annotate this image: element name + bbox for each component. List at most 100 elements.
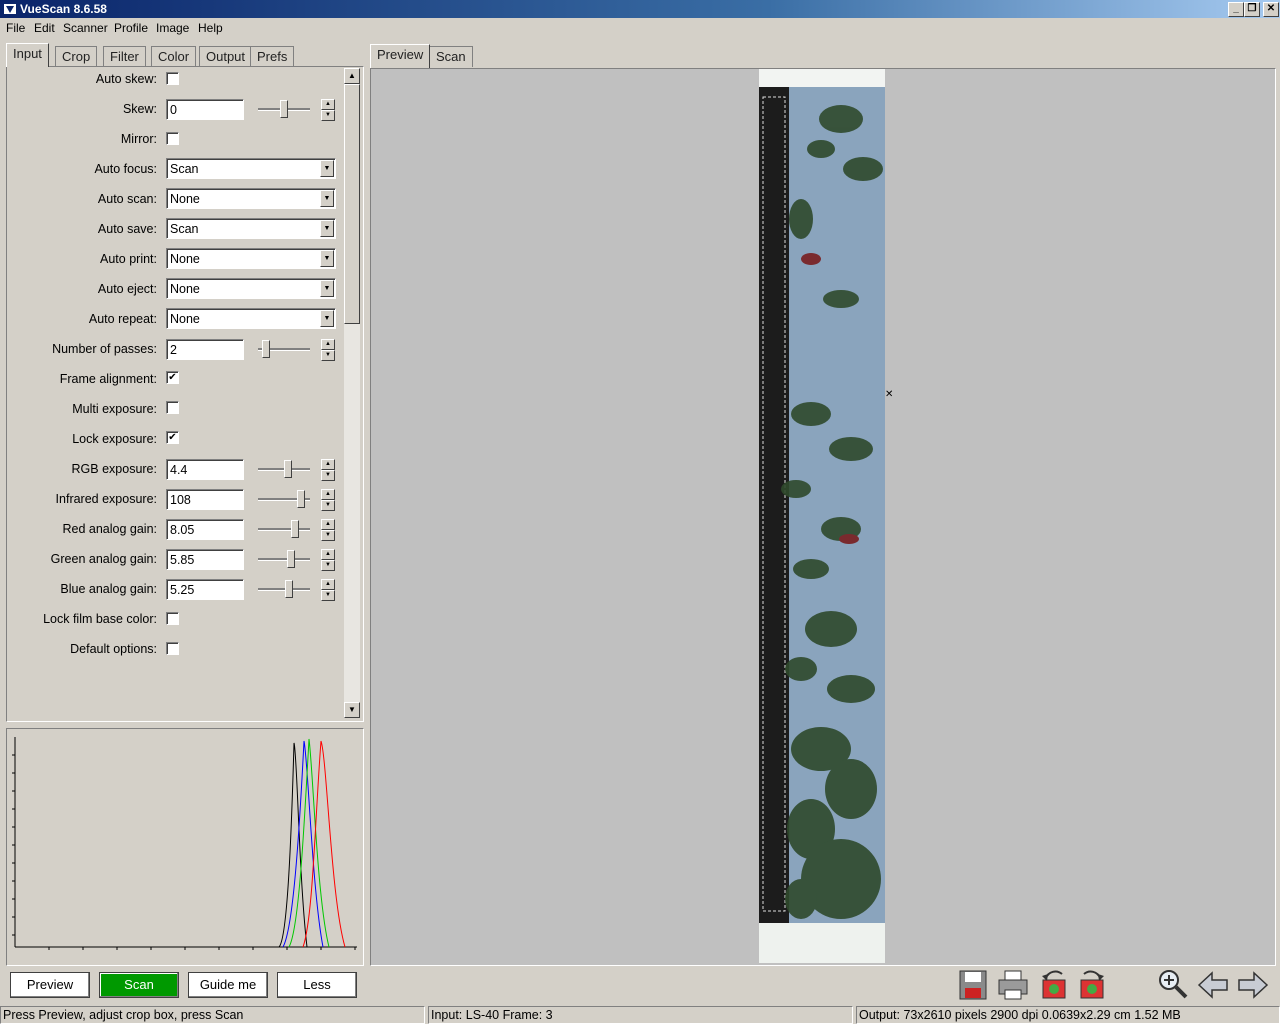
menu-scanner[interactable]: Scanner [63,21,108,35]
number-of-passes-label: Number of passes: [52,342,157,356]
tab-crop[interactable]: Crop [55,46,98,67]
auto-focus-label: Auto focus: [94,162,157,176]
skew-spinner[interactable]: ▲ ▼ [321,99,335,121]
preview-image: ✕ [759,69,893,963]
tab-color[interactable]: Color [151,46,197,67]
menu-image[interactable]: Image [156,21,189,35]
skew-slider[interactable] [258,99,310,121]
scan-button[interactable]: Scan [99,972,179,998]
options-scrollbar[interactable]: ▲ ▼ [344,68,360,718]
window-title: VueScan 8.6.58 [20,2,107,16]
tab-input[interactable]: Input [6,43,49,67]
auto-repeat-label: Auto repeat: [88,312,157,326]
next-arrow-icon[interactable] [1236,968,1270,1002]
green-analog-gain-input[interactable]: 5.85 [166,549,244,570]
rgb-exposure-slider[interactable] [258,459,310,481]
preview-button[interactable]: Preview [10,972,90,998]
lock-exposure-checkbox[interactable]: ✔ [166,431,179,444]
auto-focus-select[interactable]: Scan ▼ [166,158,336,179]
zoom-in-icon[interactable] [1156,968,1190,1002]
status-output: Output: 73x2610 pixels 2900 dpi 0.0639x2… [856,1006,1280,1024]
scrollbar-thumb[interactable] [344,84,360,324]
menu-help[interactable]: Help [198,21,223,35]
skew-input[interactable]: 0 [166,99,244,120]
tab-scan[interactable]: Scan [429,46,473,67]
chevron-down-icon[interactable]: ▼ [320,310,334,327]
status-input: Input: LS-40 Frame: 3 [428,1006,853,1024]
chevron-down-icon[interactable]: ▼ [320,190,334,207]
auto-save-value: Scan [170,222,199,236]
tab-output[interactable]: Output [199,46,253,67]
auto-repeat-value: None [170,312,200,326]
auto-skew-label: Auto skew: [95,72,157,86]
auto-repeat-select[interactable]: None ▼ [166,308,336,329]
green-analog-gain-spinner[interactable]: ▲ ▼ [321,549,335,571]
number-of-passes-input[interactable]: 2 [166,339,244,360]
status-message: Press Preview, adjust crop box, press Sc… [0,1006,425,1024]
auto-scan-label: Auto scan: [97,192,157,206]
preview-area[interactable]: ✕ [370,68,1276,966]
blue-analog-gain-input[interactable]: 5.25 [166,579,244,600]
green-analog-gain-label: Green analog gain: [50,552,157,566]
rgb-exposure-label: RGB exposure: [71,462,157,476]
menu-file[interactable]: File [6,21,25,35]
red-analog-gain-slider[interactable] [258,519,310,541]
auto-save-select[interactable]: Scan ▼ [166,218,336,239]
menu-profile[interactable]: Profile [114,21,148,35]
maximize-button[interactable]: ❐ [1244,2,1260,17]
menu-edit[interactable]: Edit [34,21,55,35]
default-options-label: Default options: [70,642,157,656]
previous-arrow-icon[interactable] [1196,968,1230,1002]
close-button[interactable]: ✕ [1263,2,1279,17]
multi-exposure-label: Multi exposure: [72,402,157,416]
auto-eject-value: None [170,282,200,296]
lock-film-base-color-checkbox[interactable] [166,612,179,625]
auto-skew-checkbox[interactable] [166,72,179,85]
save-icon[interactable] [956,968,990,1002]
green-analog-gain-slider[interactable] [258,549,310,571]
auto-print-select[interactable]: None ▼ [166,248,336,269]
red-analog-gain-label: Red analog gain: [62,522,157,536]
rgb-exposure-input[interactable]: 4.4 [166,459,244,480]
left-tab-strip: Input Crop Filter Color Output Prefs [6,43,362,67]
default-options-checkbox[interactable] [166,642,179,655]
auto-print-label: Auto print: [100,252,157,266]
tab-prefs[interactable]: Prefs [250,46,295,67]
frame-alignment-label: Frame alignment: [59,372,157,386]
chevron-down-icon[interactable]: ▼ [320,280,334,297]
auto-scan-select[interactable]: None ▼ [166,188,336,209]
red-analog-gain-input[interactable]: 8.05 [166,519,244,540]
rotate-left-icon[interactable] [1036,968,1070,1002]
chevron-down-icon[interactable]: ▼ [320,160,334,177]
number-of-passes-spinner[interactable]: ▲ ▼ [321,339,335,361]
blue-analog-gain-slider[interactable] [258,579,310,601]
infrared-exposure-input[interactable]: 108 [166,489,244,510]
minimize-button[interactable]: _ [1228,2,1244,17]
blue-analog-gain-spinner[interactable]: ▲ ▼ [321,579,335,601]
red-analog-gain-spinner[interactable]: ▲ ▼ [321,519,335,541]
auto-eject-select[interactable]: None ▼ [166,278,336,299]
scroll-up-arrow-icon[interactable]: ▲ [344,68,360,84]
mirror-checkbox[interactable] [166,132,179,145]
rotate-right-icon[interactable] [1076,968,1110,1002]
title-bar: VueScan 8.6.58 _ ❐ ✕ [0,0,1280,18]
tab-filter[interactable]: Filter [103,46,146,67]
multi-exposure-checkbox[interactable] [166,401,179,414]
chevron-down-icon[interactable]: ▼ [320,220,334,237]
lock-exposure-label: Lock exposure: [72,432,157,446]
guide-me-button[interactable]: Guide me [188,972,268,998]
histogram [6,728,364,966]
frame-alignment-checkbox[interactable]: ✔ [166,371,179,384]
tab-preview[interactable]: Preview [370,44,431,68]
infrared-exposure-spinner[interactable]: ▲ ▼ [321,489,335,511]
number-of-passes-slider[interactable] [258,339,310,361]
infrared-exposure-slider[interactable] [258,489,310,511]
less-button[interactable]: Less [277,972,357,998]
chevron-down-icon[interactable]: ▼ [320,250,334,267]
infrared-exposure-label: Infrared exposure: [55,492,157,506]
print-icon[interactable] [996,968,1030,1002]
crop-handle-icon: ✕ [885,389,893,400]
scroll-down-arrow-icon[interactable]: ▼ [344,702,360,718]
rgb-exposure-spinner[interactable]: ▲ ▼ [321,459,335,481]
auto-print-value: None [170,252,200,266]
